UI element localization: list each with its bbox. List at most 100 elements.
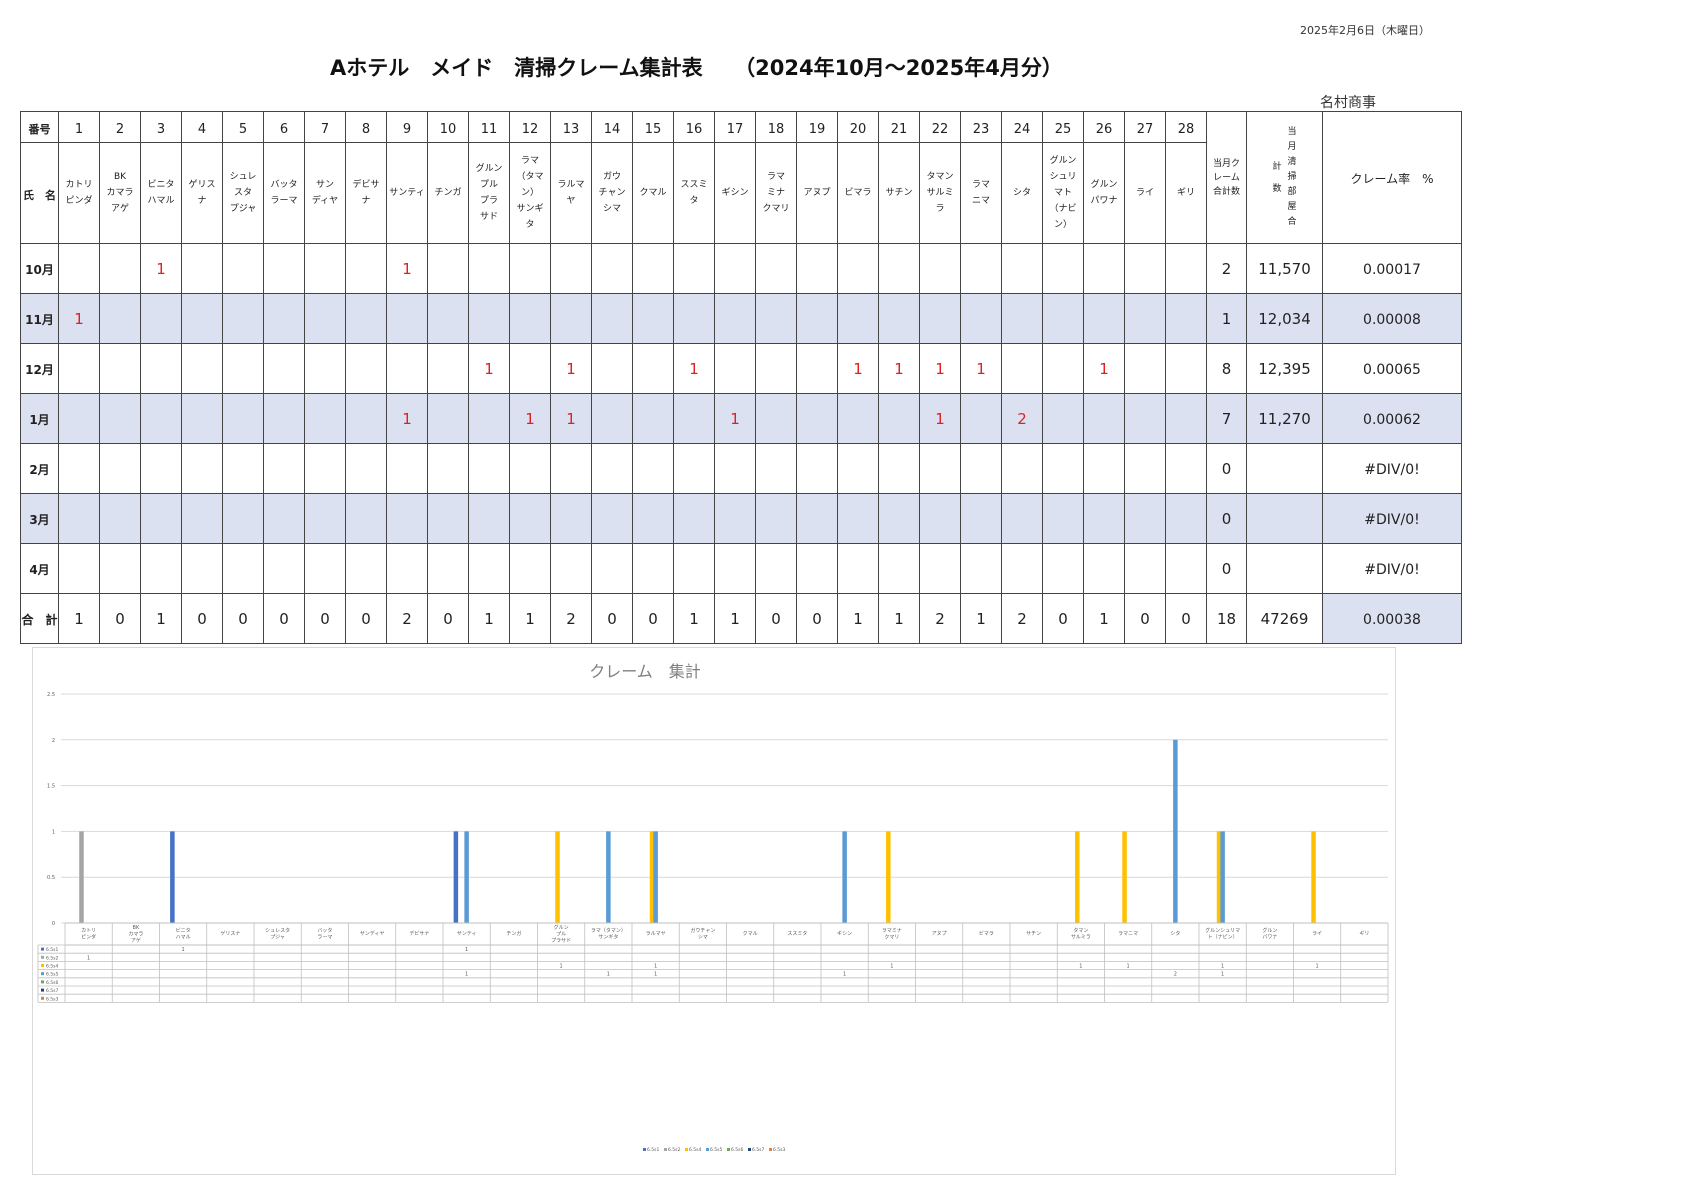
- claim-count-cell[interactable]: [304, 243, 346, 294]
- claim-count-cell[interactable]: [591, 443, 633, 494]
- staff-number-cell[interactable]: 26: [1083, 111, 1125, 143]
- claim-count-cell[interactable]: [960, 293, 1002, 344]
- month-label-cell[interactable]: 11月: [20, 293, 59, 344]
- month-label-cell[interactable]: 4月: [20, 543, 59, 594]
- claim-count-cell[interactable]: [714, 243, 756, 294]
- month-rate-cell[interactable]: 0.00062: [1322, 393, 1462, 444]
- staff-total-cell[interactable]: 2: [1001, 593, 1043, 644]
- staff-name-cell[interactable]: ガウ チャン シマ: [591, 142, 633, 244]
- staff-total-cell[interactable]: 0: [427, 593, 469, 644]
- month-total-cell[interactable]: 0: [1206, 443, 1247, 494]
- claim-count-cell[interactable]: [1165, 493, 1207, 544]
- staff-total-cell[interactable]: 1: [878, 593, 920, 644]
- claim-count-cell[interactable]: [796, 543, 838, 594]
- claim-count-cell[interactable]: 1: [386, 243, 428, 294]
- claim-count-cell[interactable]: [386, 543, 428, 594]
- claim-count-cell[interactable]: 1: [714, 393, 756, 444]
- claim-count-cell[interactable]: [222, 543, 264, 594]
- claim-count-cell[interactable]: 1: [550, 393, 592, 444]
- staff-number-cell[interactable]: 5: [222, 111, 264, 143]
- month-rooms-cell[interactable]: 11,570: [1246, 243, 1323, 294]
- claim-count-cell[interactable]: [263, 393, 305, 444]
- staff-total-cell[interactable]: 1: [673, 593, 715, 644]
- claim-count-cell[interactable]: [58, 343, 100, 394]
- claim-count-cell[interactable]: [345, 543, 387, 594]
- claim-count-cell[interactable]: [263, 543, 305, 594]
- claim-count-cell[interactable]: [468, 243, 510, 294]
- claim-count-cell[interactable]: [960, 243, 1002, 294]
- claim-count-cell[interactable]: [1042, 393, 1084, 444]
- claim-count-cell[interactable]: [1165, 543, 1207, 594]
- staff-name-cell[interactable]: ラマ ミナ クマリ: [755, 142, 797, 244]
- staff-total-cell[interactable]: 1: [714, 593, 756, 644]
- month-rate-cell[interactable]: 0.00065: [1322, 343, 1462, 394]
- staff-name-cell[interactable]: アヌプ: [796, 142, 838, 244]
- staff-number-cell[interactable]: 23: [960, 111, 1002, 143]
- staff-number-cell[interactable]: 14: [591, 111, 633, 143]
- staff-total-cell[interactable]: 2: [550, 593, 592, 644]
- staff-number-cell[interactable]: 9: [386, 111, 428, 143]
- claim-count-cell[interactable]: [222, 343, 264, 394]
- month-rate-cell[interactable]: #DIV/0!: [1322, 493, 1462, 544]
- staff-total-cell[interactable]: 1: [960, 593, 1002, 644]
- staff-total-cell[interactable]: 1: [468, 593, 510, 644]
- staff-name-cell[interactable]: サン ディヤ: [304, 142, 346, 244]
- rooms-header[interactable]: 計数当月清掃部屋合: [1246, 111, 1323, 244]
- claim-count-cell[interactable]: [140, 493, 182, 544]
- claim-count-cell[interactable]: [222, 493, 264, 544]
- staff-number-cell[interactable]: 12: [509, 111, 551, 143]
- claim-count-cell[interactable]: [1001, 343, 1043, 394]
- claim-count-cell[interactable]: [878, 443, 920, 494]
- staff-number-cell[interactable]: 28: [1165, 111, 1207, 143]
- staff-name-cell[interactable]: BK カマラ アゲ: [99, 142, 141, 244]
- claim-count-cell[interactable]: [1001, 493, 1043, 544]
- claim-count-cell[interactable]: 1: [960, 343, 1002, 394]
- staff-number-cell[interactable]: 16: [673, 111, 715, 143]
- claim-count-cell[interactable]: [427, 243, 469, 294]
- claim-count-cell[interactable]: [222, 293, 264, 344]
- claim-count-cell[interactable]: [263, 443, 305, 494]
- claim-count-cell[interactable]: [345, 443, 387, 494]
- staff-name-cell[interactable]: バッタ ラーマ: [263, 142, 305, 244]
- claim-count-cell[interactable]: [591, 393, 633, 444]
- claim-count-cell[interactable]: [796, 343, 838, 394]
- staff-total-cell[interactable]: 1: [1083, 593, 1125, 644]
- claim-count-cell[interactable]: [1083, 543, 1125, 594]
- claim-count-cell[interactable]: [1124, 493, 1166, 544]
- claim-count-cell[interactable]: [837, 493, 879, 544]
- claim-count-cell[interactable]: [632, 493, 674, 544]
- month-total-cell[interactable]: 1: [1206, 293, 1247, 344]
- grand-total-cell[interactable]: 18: [1206, 593, 1247, 644]
- claim-count-cell[interactable]: 1: [468, 343, 510, 394]
- claim-count-cell[interactable]: [1083, 443, 1125, 494]
- claim-count-cell[interactable]: [99, 243, 141, 294]
- claim-count-cell[interactable]: [591, 293, 633, 344]
- month-rate-cell[interactable]: #DIV/0!: [1322, 443, 1462, 494]
- claim-count-cell[interactable]: [181, 243, 223, 294]
- claim-count-cell[interactable]: [468, 293, 510, 344]
- staff-name-cell[interactable]: タマン サルミラ: [919, 142, 961, 244]
- claim-count-cell[interactable]: [509, 443, 551, 494]
- claim-count-cell[interactable]: [1124, 243, 1166, 294]
- claim-count-cell[interactable]: [1165, 443, 1207, 494]
- staff-total-cell[interactable]: 1: [140, 593, 182, 644]
- grand-rate-cell[interactable]: 0.00038: [1322, 593, 1462, 644]
- claim-count-cell[interactable]: [591, 343, 633, 394]
- claim-count-cell[interactable]: [1083, 293, 1125, 344]
- claim-count-cell[interactable]: 1: [837, 343, 879, 394]
- staff-total-cell[interactable]: 0: [181, 593, 223, 644]
- month-rooms-cell[interactable]: 12,034: [1246, 293, 1323, 344]
- staff-number-cell[interactable]: 27: [1124, 111, 1166, 143]
- claim-count-cell[interactable]: [1083, 243, 1125, 294]
- claim-count-cell[interactable]: [1001, 243, 1043, 294]
- claim-count-cell[interactable]: [427, 393, 469, 444]
- claim-count-cell[interactable]: [263, 293, 305, 344]
- staff-number-cell[interactable]: 7: [304, 111, 346, 143]
- claim-count-cell[interactable]: [58, 443, 100, 494]
- staff-total-cell[interactable]: 1: [837, 593, 879, 644]
- staff-number-cell[interactable]: 2: [99, 111, 141, 143]
- claim-count-cell[interactable]: [1083, 493, 1125, 544]
- claim-count-cell[interactable]: [632, 543, 674, 594]
- claim-count-cell[interactable]: [1042, 293, 1084, 344]
- claim-count-cell[interactable]: [755, 543, 797, 594]
